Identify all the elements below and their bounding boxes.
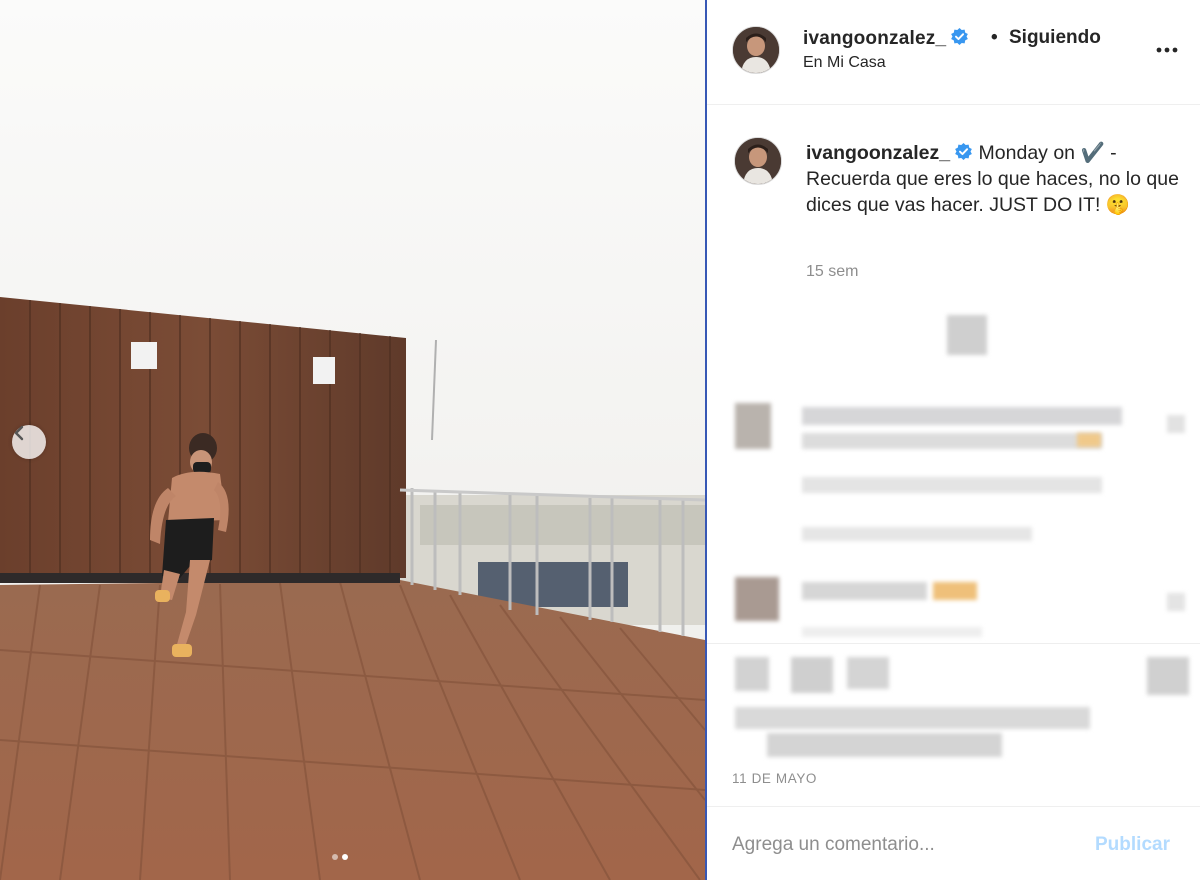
pixelated-avatar [735, 577, 779, 621]
pixelated-text [802, 407, 1122, 425]
pixelated-emoji [1077, 433, 1101, 447]
post-side-panel: ivangoonzalez_ • Siguiendo En Mi Casa iv [707, 0, 1200, 880]
caption-timestamp: 15 sem [806, 263, 859, 280]
chevron-left-icon [14, 425, 24, 441]
pixelated-like-button [735, 657, 769, 691]
pixelated-block [947, 315, 987, 355]
caption-username[interactable]: ivangoonzalez_ [806, 142, 973, 164]
avatar-image [733, 27, 779, 73]
comment-input[interactable] [732, 834, 1072, 856]
section-divider [707, 643, 1200, 644]
carousel-dot-active [342, 854, 348, 860]
pixelated-text [802, 627, 982, 637]
publish-button[interactable]: Publicar [1095, 834, 1170, 856]
pixelated-like-icon [1167, 415, 1185, 433]
header-separator: • [991, 27, 998, 48]
pixelated-like-icon [1167, 593, 1185, 611]
pixelated-avatar [735, 403, 771, 449]
more-options-icon [1156, 47, 1178, 53]
pixelated-share-button [847, 657, 889, 689]
username-link[interactable]: ivangoonzalez_ [803, 27, 969, 50]
comment-composer: Publicar [707, 806, 1200, 881]
following-button[interactable]: Siguiendo [1009, 27, 1101, 49]
carousel-dot [332, 854, 338, 860]
post-caption: ivangoonzalez_ Monday on ✔️ - Recuerda q… [806, 140, 1186, 218]
avatar-image [735, 138, 781, 184]
pixelated-likes-count [735, 707, 1090, 729]
pixelated-text [802, 527, 1032, 541]
instagram-post-modal: ivangoonzalez_ • Siguiendo En Mi Casa iv [0, 0, 1200, 880]
carousel-previous-button[interactable] [12, 425, 46, 459]
pixelated-emoji [933, 582, 977, 600]
carousel-indicator [332, 854, 348, 860]
caption-avatar[interactable] [734, 137, 782, 185]
more-options-button[interactable] [1153, 40, 1181, 60]
verified-badge-icon [951, 27, 969, 46]
pixelated-text [802, 433, 1102, 449]
pixelated-save-button [1147, 657, 1189, 695]
verified-badge-icon [955, 142, 972, 161]
pixelated-text [802, 477, 1102, 493]
post-date: 11 DE MAYO [732, 771, 818, 786]
pixelated-text [802, 582, 927, 600]
pixelated-likes-text [767, 733, 1002, 757]
post-header: ivangoonzalez_ • Siguiendo En Mi Casa [707, 0, 1200, 105]
post-media[interactable] [0, 0, 705, 880]
pixelated-comments-area [707, 305, 1200, 765]
avatar[interactable] [732, 26, 780, 74]
pixelated-comment-button [791, 657, 833, 693]
post-photo [0, 0, 705, 880]
location-link[interactable]: En Mi Casa [803, 54, 886, 72]
